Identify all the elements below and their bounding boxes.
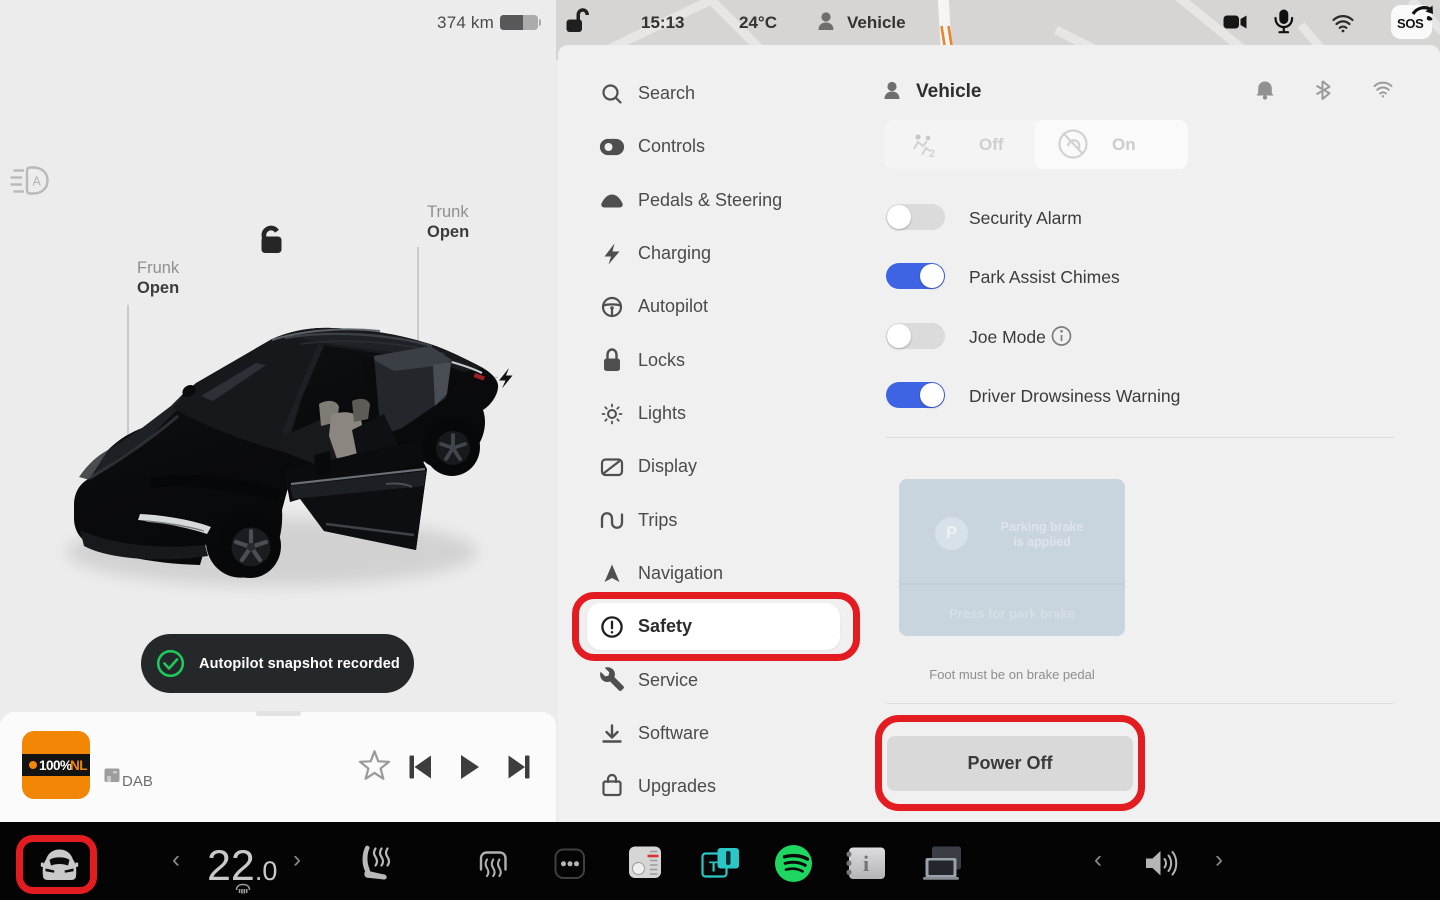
svg-text:A: A: [33, 175, 42, 189]
svg-text:i: i: [863, 851, 869, 876]
svg-text:T: T: [709, 859, 718, 876]
